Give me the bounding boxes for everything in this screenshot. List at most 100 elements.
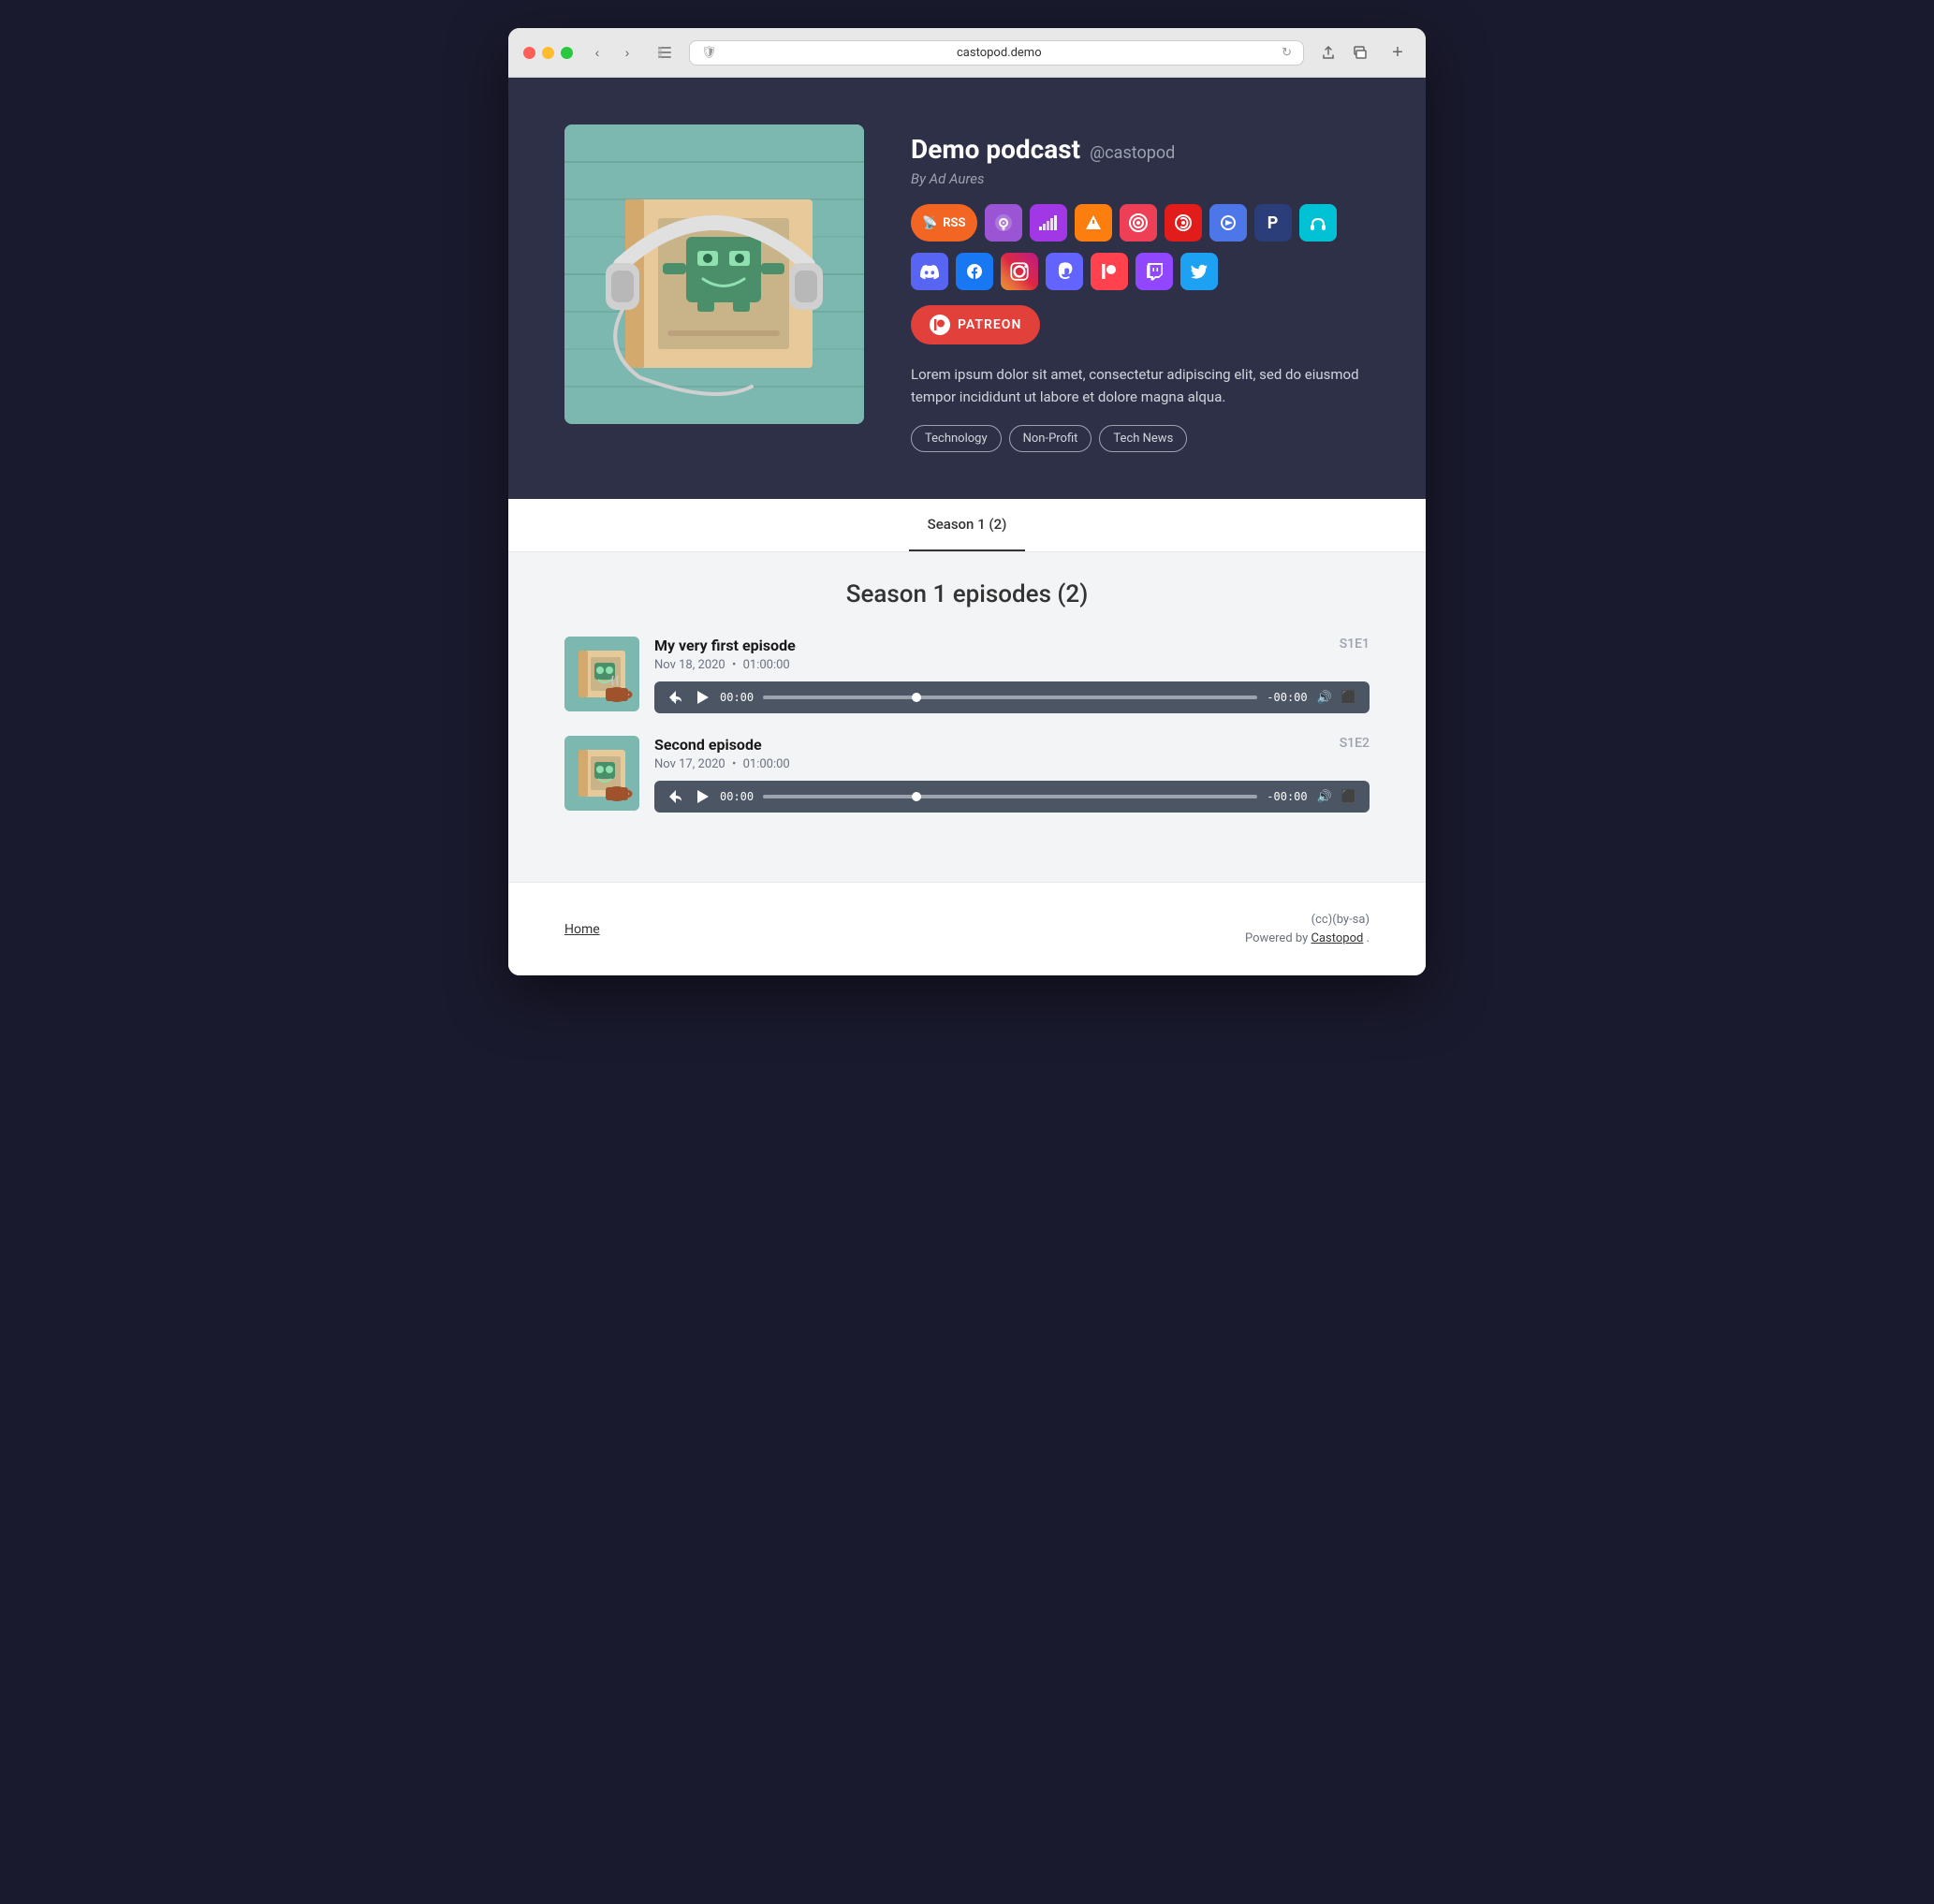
powered-by-text: Powered by bbox=[1245, 931, 1308, 945]
podcast-handle: @castopod bbox=[1090, 143, 1175, 163]
seasons-section: Season 1 (2) bbox=[508, 499, 1426, 552]
dot-separator-2: • bbox=[732, 757, 736, 771]
social-icons bbox=[911, 253, 1370, 290]
castopod-link[interactable]: Castopod bbox=[1311, 931, 1364, 945]
twitter-link[interactable] bbox=[1180, 253, 1218, 290]
rewind-button-2[interactable] bbox=[667, 788, 684, 805]
pocket-casts-link[interactable] bbox=[1120, 204, 1157, 242]
episodes-section: Season 1 episodes (2) bbox=[508, 552, 1426, 882]
footer-credits: (cc)(by-sa) Powered by Castopod . bbox=[1245, 911, 1370, 947]
sidebar-toggle-button[interactable] bbox=[652, 39, 678, 66]
episode-2-player: 00:00 -00:00 🔊 ⬛ bbox=[654, 781, 1370, 813]
security-icon: 🛡 bbox=[701, 46, 717, 60]
back-button[interactable]: ‹ bbox=[584, 39, 610, 66]
podcast-author: By Ad Aures bbox=[911, 170, 1370, 187]
tag-technews[interactable]: Tech News bbox=[1099, 425, 1187, 452]
browser-actions bbox=[1315, 39, 1373, 66]
episode-2-meta: Nov 17, 2020 • 01:00:00 bbox=[654, 757, 1370, 771]
episode-2-current-time: 00:00 bbox=[720, 790, 754, 803]
podchaser-link[interactable] bbox=[1165, 204, 1202, 242]
episode-1-card: My very first episode S1E1 Nov 18, 2020 … bbox=[564, 637, 1370, 713]
overcast-link[interactable] bbox=[1075, 204, 1112, 242]
headphones-link[interactable] bbox=[1299, 204, 1337, 242]
page-content: Demo podcast @castopod By Ad Aures 📡 RSS bbox=[508, 78, 1426, 975]
patreon-icon bbox=[930, 315, 950, 335]
platform-icons: 📡 RSS bbox=[911, 204, 1370, 242]
episode-2-duration: 01:00:00 bbox=[743, 757, 790, 771]
play-button-1[interactable] bbox=[694, 689, 711, 706]
page-footer: Home (cc)(by-sa) Powered by Castopod . bbox=[508, 882, 1426, 975]
deezer-link[interactable] bbox=[1030, 204, 1067, 242]
address-bar[interactable]: 🛡 castopod.demo ↻ bbox=[689, 40, 1304, 66]
patreon-button[interactable]: PATREON bbox=[911, 305, 1040, 344]
patreon-label: PATREON bbox=[958, 317, 1021, 332]
share-button[interactable] bbox=[1315, 39, 1341, 66]
episode-2-remaining: -00:00 bbox=[1267, 790, 1307, 803]
podcast-cover-image bbox=[564, 124, 864, 424]
maximize-button[interactable] bbox=[561, 47, 573, 59]
browser-window: ‹ › 🛡 castopod.demo ↻ bbox=[508, 28, 1426, 975]
traffic-lights bbox=[523, 47, 573, 59]
podcast-title: Demo podcast bbox=[911, 134, 1080, 165]
episode-1-date: Nov 18, 2020 bbox=[654, 658, 725, 672]
season-1-tab[interactable]: Season 1 (2) bbox=[909, 499, 1026, 551]
podcast-description: Lorem ipsum dolor sit amet, consectetur … bbox=[911, 363, 1370, 408]
episode-1-duration: 01:00:00 bbox=[743, 658, 790, 672]
tag-nonprofit[interactable]: Non-Profit bbox=[1009, 425, 1092, 452]
episode-1-title[interactable]: My very first episode bbox=[654, 637, 796, 654]
reload-icon[interactable]: ↻ bbox=[1282, 46, 1292, 60]
episode-2-details: Second episode S1E2 Nov 17, 2020 • 01:00… bbox=[654, 736, 1370, 813]
player-fm-link[interactable] bbox=[1209, 204, 1247, 242]
new-window-button[interactable] bbox=[1347, 39, 1373, 66]
episode-2-title[interactable]: Second episode bbox=[654, 736, 762, 754]
episode-1-meta: Nov 18, 2020 • 01:00:00 bbox=[654, 658, 1370, 672]
episode-2-card: Second episode S1E2 Nov 17, 2020 • 01:00… bbox=[564, 736, 1370, 813]
hero-section: Demo podcast @castopod By Ad Aures 📡 RSS bbox=[508, 78, 1426, 499]
podcast-index-link[interactable]: P bbox=[1254, 204, 1292, 242]
apple-podcasts-link[interactable] bbox=[985, 204, 1022, 242]
episode-1-remaining: -00:00 bbox=[1267, 691, 1307, 704]
episode-2-date: Nov 17, 2020 bbox=[654, 757, 725, 771]
screen-icon-2[interactable]: ⬛ bbox=[1341, 790, 1356, 804]
new-tab-button[interactable]: + bbox=[1385, 39, 1411, 66]
home-link[interactable]: Home bbox=[564, 922, 600, 937]
episodes-title: Season 1 episodes (2) bbox=[564, 580, 1370, 608]
mastodon-link[interactable] bbox=[1046, 253, 1083, 290]
episode-2-thumbnail bbox=[564, 736, 639, 811]
powered-by-suffix: . bbox=[1367, 931, 1370, 945]
rss-label: RSS bbox=[943, 216, 965, 230]
episode-2-progress-bar[interactable] bbox=[763, 795, 1257, 798]
close-button[interactable] bbox=[523, 47, 535, 59]
forward-button[interactable]: › bbox=[614, 39, 640, 66]
volume-icon-2[interactable]: 🔊 bbox=[1317, 790, 1332, 804]
rss-link[interactable]: 📡 RSS bbox=[911, 204, 977, 242]
podcast-title-row: Demo podcast @castopod bbox=[911, 134, 1370, 165]
rewind-button-1[interactable]: 15 bbox=[667, 689, 684, 706]
screen-icon-1[interactable]: ⬛ bbox=[1341, 691, 1356, 705]
episode-1-header: My very first episode S1E1 bbox=[654, 637, 1370, 654]
episode-1-code: S1E1 bbox=[1340, 637, 1370, 652]
discord-link[interactable] bbox=[911, 253, 948, 290]
minimize-button[interactable] bbox=[542, 47, 554, 59]
volume-icon-1[interactable]: 🔊 bbox=[1317, 691, 1332, 705]
url-text: castopod.demo bbox=[725, 46, 1275, 60]
episode-1-thumbnail bbox=[564, 637, 639, 711]
play-button-2[interactable] bbox=[694, 788, 711, 805]
powered-by: Powered by Castopod . bbox=[1245, 930, 1370, 948]
dot-separator: • bbox=[732, 658, 736, 672]
twitch-link[interactable] bbox=[1135, 253, 1173, 290]
episode-1-progress-dot bbox=[912, 693, 921, 702]
browser-chrome: ‹ › 🛡 castopod.demo ↻ bbox=[508, 28, 1426, 78]
tags-container: Technology Non-Profit Tech News bbox=[911, 425, 1370, 452]
instagram-link[interactable] bbox=[1001, 253, 1038, 290]
episode-1-current-time: 00:00 bbox=[720, 691, 754, 704]
rss-wifi-icon: 📡 bbox=[922, 216, 937, 230]
seasons-tabs: Season 1 (2) bbox=[508, 499, 1426, 551]
episode-2-progress-dot bbox=[912, 792, 921, 801]
episode-2-header: Second episode S1E2 bbox=[654, 736, 1370, 754]
facebook-link[interactable] bbox=[956, 253, 993, 290]
license-text: (cc)(by-sa) bbox=[1245, 911, 1370, 930]
patreon-social-link[interactable] bbox=[1091, 253, 1128, 290]
tag-technology[interactable]: Technology bbox=[911, 425, 1002, 452]
episode-1-progress-bar[interactable] bbox=[763, 696, 1257, 699]
